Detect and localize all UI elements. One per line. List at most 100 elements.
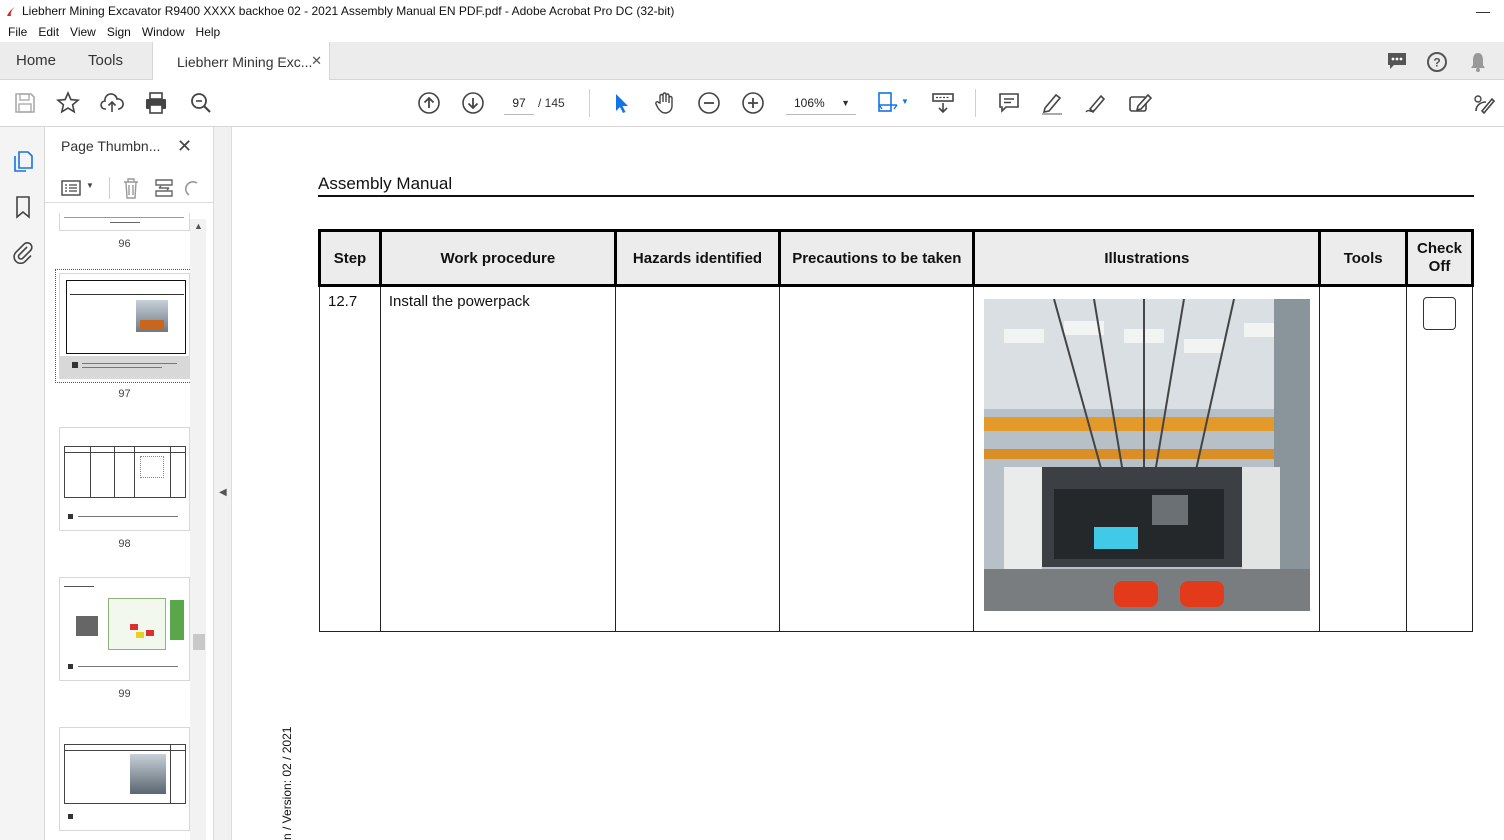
- document-header: Assembly Manual: [318, 174, 453, 193]
- hand-tool-icon[interactable]: [653, 91, 677, 115]
- comment-bubble-icon[interactable]: [1386, 51, 1408, 71]
- column-header-tools: Tools: [1318, 229, 1409, 287]
- thumbnail-label: 96: [118, 238, 131, 250]
- menu-bar: File Edit View Sign Window Help: [0, 22, 1504, 42]
- bookmark-star-icon[interactable]: [56, 91, 80, 115]
- page-total: / 145: [538, 96, 565, 110]
- procedure-table: Step Work procedure Hazards identified P…: [318, 229, 1474, 632]
- menu-help[interactable]: Help: [196, 25, 221, 39]
- page-layout-icon[interactable]: [153, 177, 175, 199]
- next-page-icon[interactable]: [461, 91, 485, 115]
- panel-divider: [109, 177, 110, 199]
- precautions-cell: [779, 285, 975, 632]
- window-title: Liebherr Mining Excavator R9400 XXXX bac…: [22, 4, 675, 18]
- menu-window[interactable]: Window: [142, 25, 185, 39]
- select-cursor-icon[interactable]: [609, 91, 633, 115]
- panel-toolbar: ▼: [45, 171, 213, 203]
- thumbnail-page-100[interactable]: [59, 727, 190, 831]
- options-chevron-icon[interactable]: ▼: [86, 181, 94, 190]
- fit-page-icon[interactable]: [876, 91, 900, 115]
- check-off-cell: [1406, 285, 1473, 632]
- attachments-paperclip-icon[interactable]: [11, 240, 35, 264]
- tab-tools[interactable]: Tools: [88, 52, 123, 69]
- thumbnails-scrollbar[interactable]: [190, 219, 206, 840]
- delete-page-icon[interactable]: [121, 177, 141, 199]
- thumbnail-options-icon[interactable]: [61, 180, 83, 196]
- highlight-pen-icon[interactable]: [1040, 91, 1064, 115]
- thumbnail-page-97[interactable]: [55, 269, 194, 383]
- rotate-page-icon[interactable]: [185, 177, 199, 199]
- panel-title: Page Thumbn...: [61, 138, 161, 154]
- scroll-up-icon[interactable]: ▲: [194, 221, 203, 231]
- close-tab-icon[interactable]: ✕: [311, 53, 322, 69]
- zoom-dropdown[interactable]: 106% ▼: [786, 91, 856, 115]
- tab-document[interactable]: Liebherr Mining Exc... ✕: [152, 42, 330, 81]
- toolbar-divider: [975, 89, 976, 117]
- thumbnail-page-96[interactable]: [59, 213, 190, 231]
- collapse-arrow-icon[interactable]: ◀: [219, 487, 227, 498]
- scrolling-mode-icon[interactable]: [931, 91, 955, 115]
- illustration-cell: [973, 285, 1321, 632]
- thumbnail-label: 99: [118, 688, 131, 700]
- menu-sign[interactable]: Sign: [107, 25, 131, 39]
- svg-text:?: ?: [1433, 56, 1440, 70]
- page-number-input[interactable]: 97: [504, 91, 534, 115]
- header-rule: [318, 195, 1474, 197]
- document-view: Assembly Manual Step Work procedure Haza…: [232, 127, 1504, 840]
- close-panel-icon[interactable]: ✕: [177, 136, 192, 157]
- zoom-in-icon[interactable]: [741, 91, 765, 115]
- zoom-value: 106%: [794, 96, 825, 110]
- column-header-step: Step: [318, 229, 382, 287]
- check-off-checkbox[interactable]: [1423, 297, 1457, 330]
- page-version-text: n / Version: 02 / 2021: [280, 726, 294, 840]
- bookmarks-icon[interactable]: [11, 195, 35, 219]
- help-icon[interactable]: ?: [1426, 51, 1448, 73]
- document-tab-label: Liebherr Mining Exc...: [177, 53, 313, 70]
- toolbar: 97 / 145 106% ▼ ▼: [0, 80, 1504, 127]
- tab-bar: Home Tools Liebherr Mining Exc... ✕ ?: [0, 42, 1504, 81]
- thumbnail-label: 98: [118, 538, 131, 550]
- table-header-row: Step Work procedure Hazards identified P…: [318, 229, 1474, 287]
- page-thumbnails-icon[interactable]: [11, 149, 35, 173]
- minimize-button[interactable]: —: [1476, 3, 1490, 19]
- thumbnail-page-99[interactable]: [59, 577, 190, 681]
- draw-sign-icon[interactable]: [1084, 91, 1108, 115]
- collapse-panel-strip[interactable]: ◀: [213, 127, 232, 840]
- page-thumbnails-panel: Page Thumbn... ✕ ▼ 96 97 98 99: [45, 127, 213, 840]
- scrollbar-thumb[interactable]: [193, 634, 205, 650]
- menu-file[interactable]: File: [8, 25, 27, 39]
- hazards-cell: [614, 285, 781, 632]
- powerpack-photo: [983, 299, 1310, 611]
- fit-page-chevron-icon[interactable]: ▼: [901, 97, 909, 106]
- column-header-hazards: Hazards identified: [613, 229, 782, 287]
- zoom-out-icon[interactable]: [697, 91, 721, 115]
- table-row: 12.7 Install the powerpack: [319, 285, 1473, 632]
- chevron-down-icon: ▼: [841, 98, 850, 108]
- edit-pdf-icon[interactable]: [1128, 91, 1152, 115]
- share-link-icon[interactable]: [1472, 91, 1496, 115]
- comment-icon[interactable]: [997, 91, 1021, 115]
- thumbnail-label: 97: [118, 388, 131, 400]
- thumbnail-page-98[interactable]: [59, 427, 190, 531]
- print-icon[interactable]: [144, 91, 168, 115]
- previous-page-icon[interactable]: [417, 91, 441, 115]
- search-zoom-icon[interactable]: [189, 91, 213, 115]
- step-cell: 12.7: [319, 285, 381, 632]
- column-header-check-off: Check Off: [1405, 229, 1474, 287]
- powerpack-illustration: [983, 299, 1310, 611]
- navigation-rail: [0, 127, 45, 840]
- notification-bell-icon[interactable]: [1469, 51, 1487, 73]
- tab-home[interactable]: Home: [16, 52, 56, 69]
- column-header-illustrations: Illustrations: [972, 229, 1322, 287]
- menu-view[interactable]: View: [70, 25, 96, 39]
- save-icon[interactable]: [13, 91, 37, 115]
- column-header-precautions: Precautions to be taken: [778, 229, 976, 287]
- menu-edit[interactable]: Edit: [38, 25, 59, 39]
- toolbar-divider: [589, 89, 590, 117]
- work-procedure-cell: Install the powerpack: [379, 285, 616, 632]
- upload-cloud-icon[interactable]: [100, 91, 124, 115]
- tools-cell: [1319, 285, 1408, 632]
- acrobat-logo-icon: [7, 7, 15, 16]
- title-bar: Liebherr Mining Excavator R9400 XXXX bac…: [0, 0, 1504, 22]
- column-header-work-procedure: Work procedure: [378, 229, 617, 287]
